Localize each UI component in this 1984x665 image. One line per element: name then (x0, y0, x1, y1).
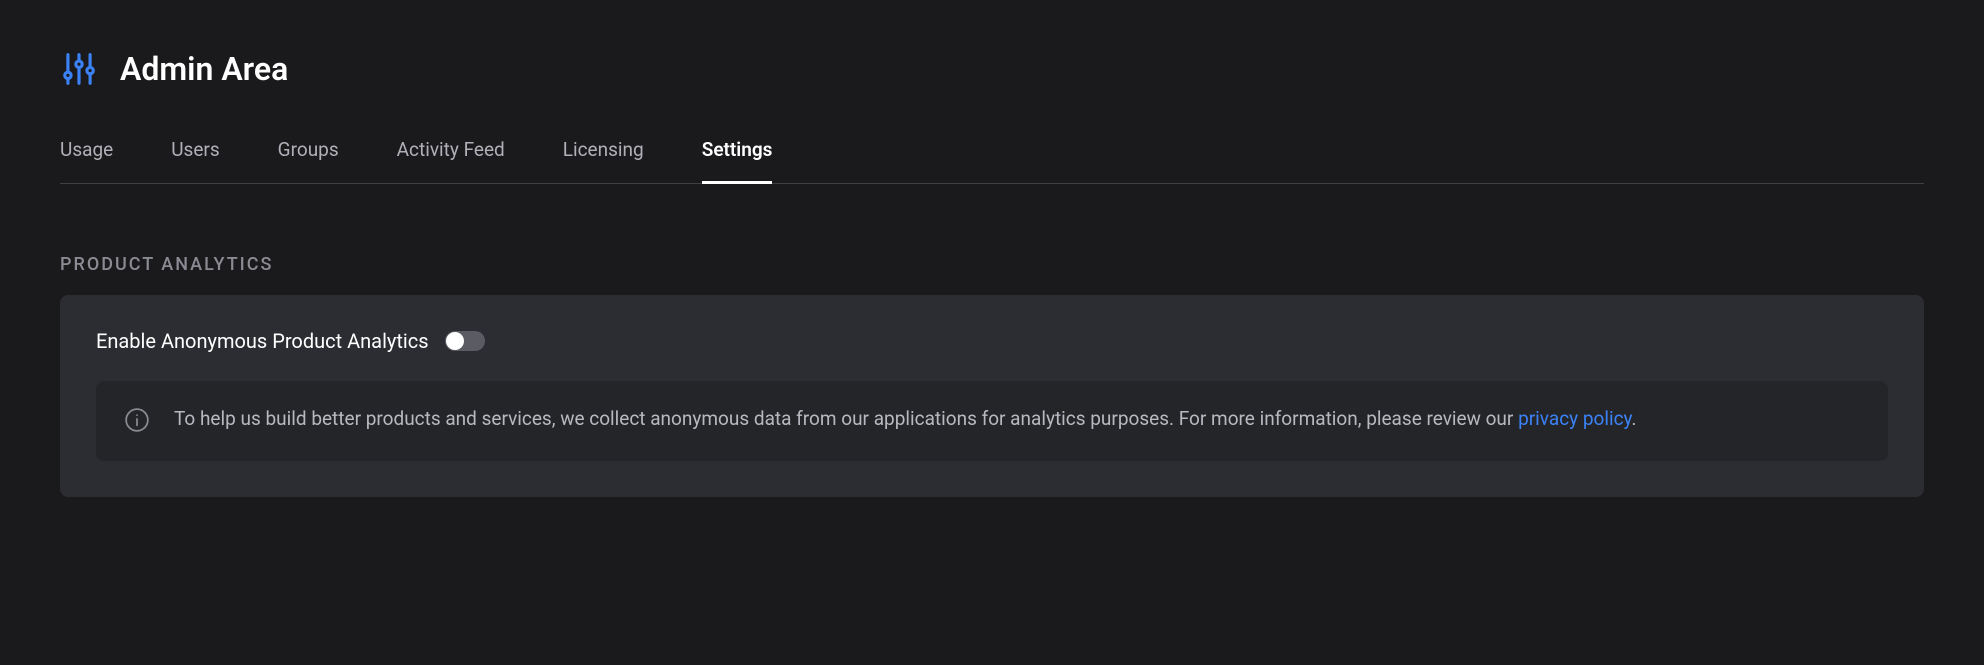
info-icon (124, 407, 150, 437)
setting-row-analytics: Enable Anonymous Product Analytics (96, 329, 1888, 353)
tab-users[interactable]: Users (171, 138, 219, 183)
tab-settings[interactable]: Settings (702, 138, 773, 183)
setting-label: Enable Anonymous Product Analytics (96, 329, 429, 353)
toggle-knob (446, 332, 464, 350)
page-header: Admin Area (60, 50, 1924, 88)
info-text: To help us build better products and ser… (174, 405, 1637, 434)
section-title: Product Analytics (60, 254, 1924, 275)
info-box: To help us build better products and ser… (96, 381, 1888, 461)
tab-activity-feed[interactable]: Activity Feed (397, 138, 505, 183)
privacy-policy-link[interactable]: privacy policy (1518, 407, 1631, 430)
settings-card: Enable Anonymous Product Analytics To he… (60, 295, 1924, 497)
tab-groups[interactable]: Groups (278, 138, 339, 183)
page-title: Admin Area (120, 50, 288, 88)
analytics-toggle[interactable] (445, 331, 485, 351)
info-text-post: . (1632, 407, 1637, 430)
admin-sliders-icon (60, 50, 98, 88)
tab-licensing[interactable]: Licensing (563, 138, 644, 183)
info-text-pre: To help us build better products and ser… (174, 407, 1518, 430)
tab-bar: Usage Users Groups Activity Feed Licensi… (60, 138, 1924, 184)
tab-usage[interactable]: Usage (60, 138, 113, 183)
